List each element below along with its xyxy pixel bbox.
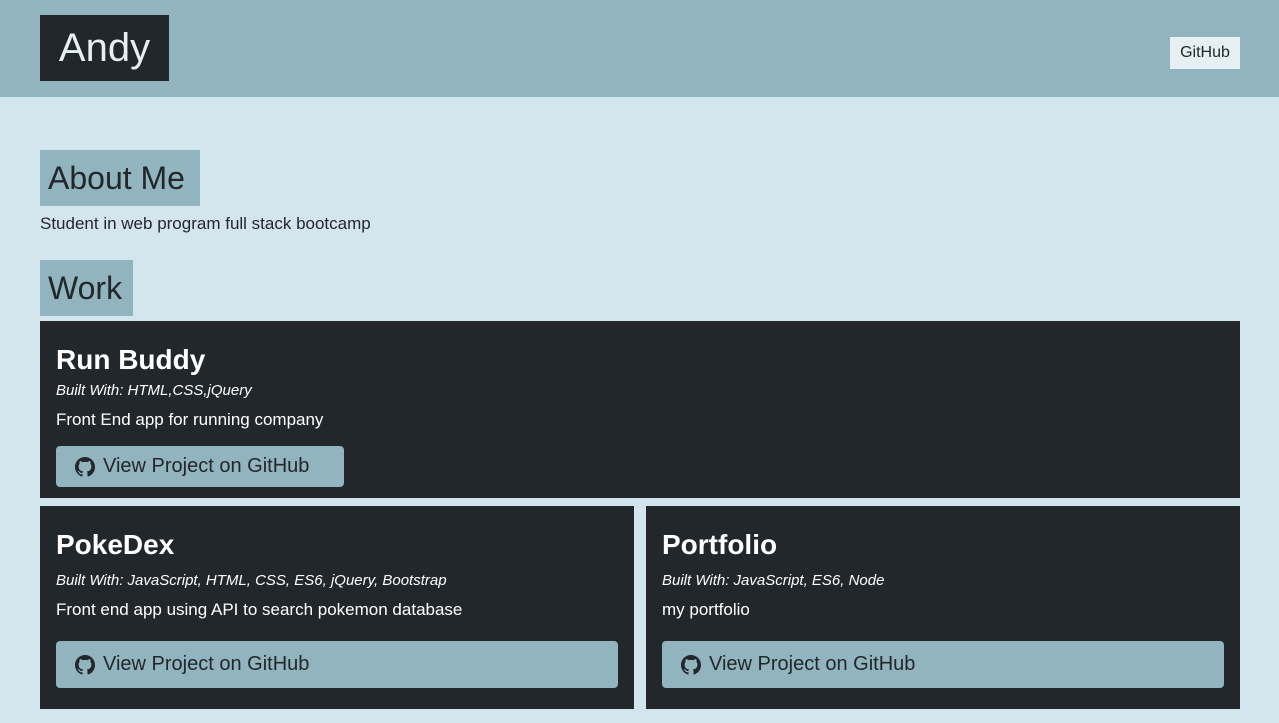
view-project-button[interactable]: View Project on GitHub [56,641,618,688]
github-icon [75,456,95,477]
site-header: Andy GitHub [0,0,1279,97]
project-built-with: Built With: HTML,CSS,jQuery [56,382,252,399]
work-heading: Work [40,260,133,316]
nav-github-link[interactable]: GitHub [1170,37,1240,69]
project-title: Run Buddy [56,344,206,375]
about-heading: About Me [40,150,200,206]
project-built-with: Built With: JavaScript, HTML, CSS, ES6, … [56,572,447,589]
view-project-button[interactable]: View Project on GitHub [56,446,344,487]
project-description: Front End app for running company [56,410,324,429]
project-built-with: Built With: JavaScript, ES6, Node [662,572,885,589]
github-icon [681,654,701,675]
site-brand[interactable]: Andy [40,15,169,81]
project-description: my portfolio [662,600,750,619]
view-project-button[interactable]: View Project on GitHub [662,641,1224,688]
view-project-label: View Project on GitHub [103,653,310,675]
view-project-label: View Project on GitHub [709,653,916,675]
about-text: Student in web program full stack bootca… [40,214,371,233]
github-icon [75,654,95,675]
project-title: PokeDex [56,529,175,560]
project-description: Front end app using API to search pokemo… [56,600,463,619]
view-project-label: View Project on GitHub [103,455,310,477]
project-card-run-buddy: Run Buddy Built With: HTML,CSS,jQuery Fr… [40,321,1240,498]
project-card-pokedex: PokeDex Built With: JavaScript, HTML, CS… [40,506,634,709]
project-card-portfolio: Portfolio Built With: JavaScript, ES6, N… [646,506,1240,709]
project-title: Portfolio [662,529,778,560]
